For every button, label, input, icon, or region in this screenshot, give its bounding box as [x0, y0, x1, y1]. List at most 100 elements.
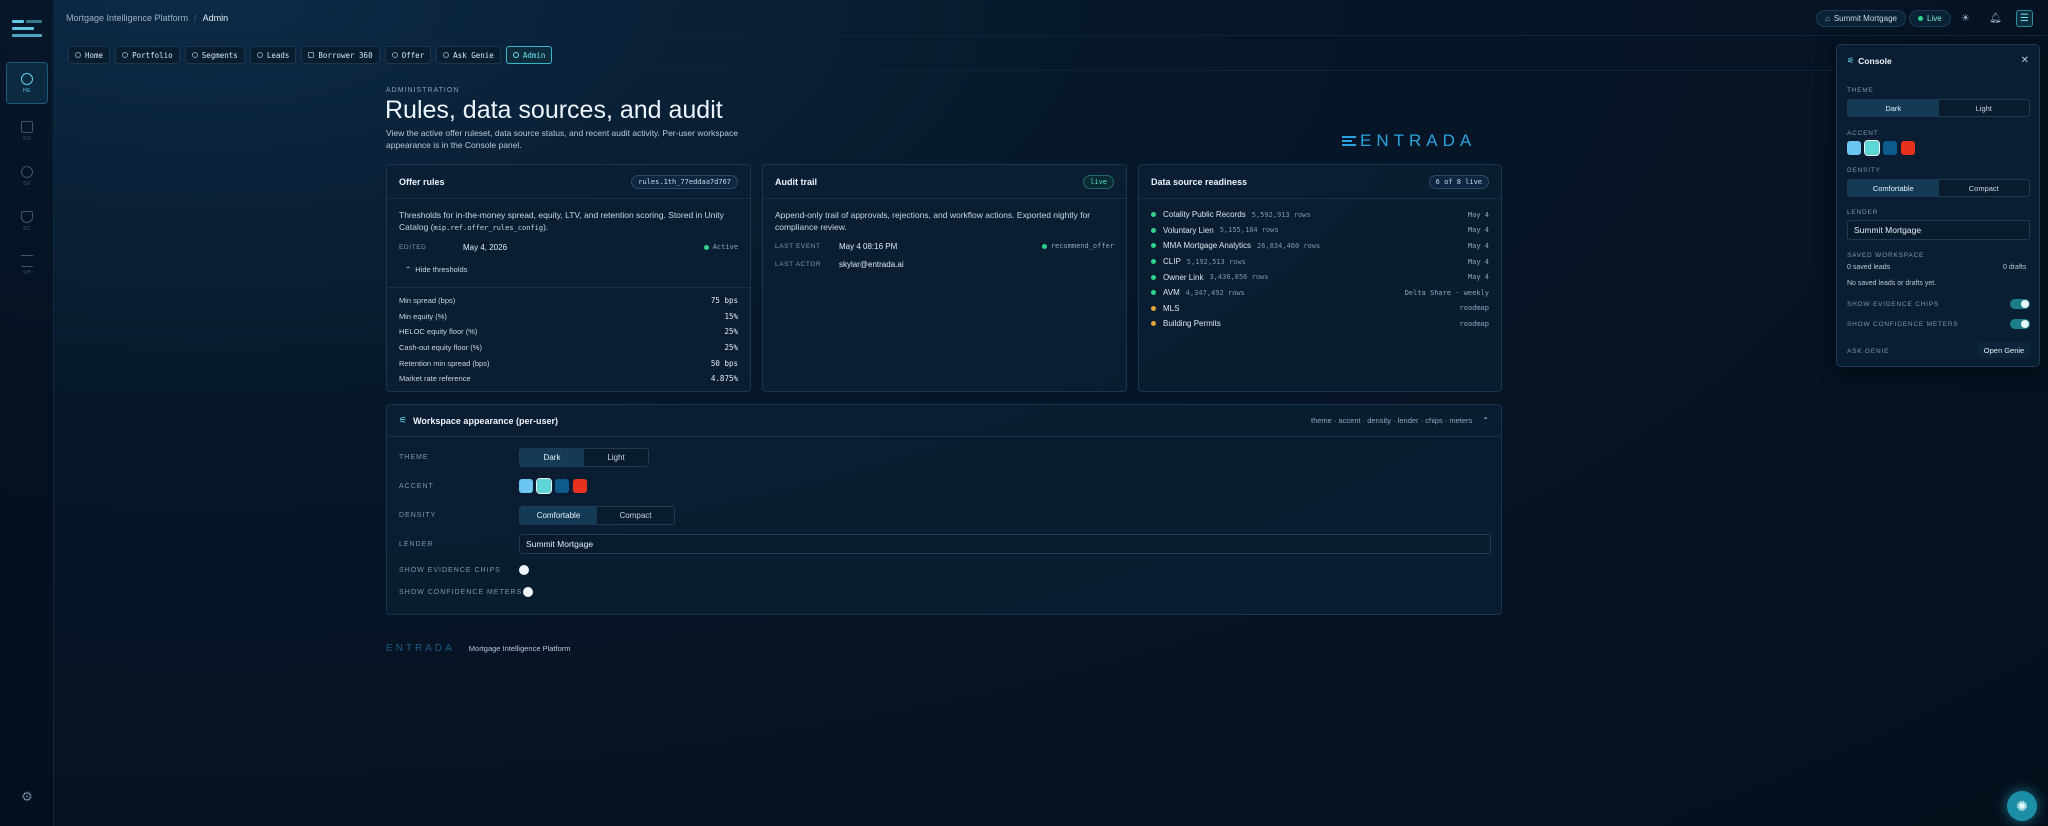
- accent-swatch[interactable]: [519, 479, 533, 493]
- evidence-chips-toggle[interactable]: [519, 565, 529, 575]
- data-source-updated: roadmap: [1459, 319, 1489, 328]
- document-icon: [308, 52, 315, 58]
- open-genie-button[interactable]: Open Genie: [1977, 342, 2031, 358]
- close-icon[interactable]: ✕: [2021, 55, 2029, 66]
- status-dot-icon: [1151, 274, 1156, 280]
- building-icon: ⌂: [1825, 14, 1830, 23]
- lender-input[interactable]: Summit Mortgage: [519, 534, 1491, 554]
- genie-fab-sparkle-icon[interactable]: ✺: [2007, 791, 2037, 821]
- saved-workspace-label: SAVED WORKSPACE: [1847, 252, 1925, 259]
- rail-item-segments[interactable]: SE: [6, 155, 48, 197]
- status-dot-icon: [1151, 243, 1156, 249]
- console-density-compact[interactable]: Compact: [1939, 180, 2030, 196]
- rail-label: SO: [22, 135, 32, 142]
- threshold-name: HELOC equity floor (%): [399, 327, 478, 337]
- tab-borrower-360[interactable]: Borrower 360: [301, 46, 380, 64]
- console-evidence-chips-switch[interactable]: [2010, 299, 2030, 309]
- threshold-row: HELOC equity floor (%) 25%: [399, 324, 738, 340]
- settings-gear-icon[interactable]: ⚙: [20, 790, 34, 804]
- tab-home[interactable]: Home: [68, 46, 111, 64]
- threshold-row: Cash-out equity floor (%) 25%: [399, 340, 738, 356]
- accent-swatch[interactable]: [555, 479, 569, 493]
- console-density-comfortable[interactable]: Comfortable: [1848, 180, 1939, 196]
- footer-wordmark: ENTRADA: [386, 643, 455, 654]
- tab-ask-genie[interactable]: Ask Genie: [436, 46, 501, 64]
- density-comfortable-option[interactable]: Comfortable: [520, 506, 597, 524]
- offer-rules-card: Offer rules rules.1th_77eddaa7d767 Thres…: [386, 164, 751, 392]
- list-icon: [21, 254, 33, 267]
- breadcrumb-app[interactable]: Mortgage Intelligence Platform: [66, 13, 188, 23]
- sparkle-icon: [443, 52, 450, 58]
- status-dot-icon: [703, 244, 709, 250]
- console-lender-input[interactable]: Summit Mortgage: [1847, 220, 2030, 240]
- density-label: DENSITY: [399, 511, 437, 519]
- tab-label: Home: [85, 50, 104, 60]
- live-dot-icon: [1918, 16, 1923, 21]
- accent-swatch[interactable]: [573, 479, 587, 493]
- data-source-name: Cotality Public Records: [1163, 210, 1246, 220]
- live-count-chip: 6 of 8 live: [1428, 174, 1489, 189]
- data-source-name: MMA Mortgage Analytics: [1163, 241, 1252, 251]
- console-confidence-meters-switch[interactable]: [2010, 319, 2030, 329]
- console-theme-light[interactable]: Light: [1939, 100, 2030, 116]
- data-source-rows: 5,592,913 rows: [1251, 210, 1311, 219]
- threshold-row: Retention min spread (bps) 50 bps: [399, 355, 738, 371]
- status-dot-icon: [1151, 259, 1156, 265]
- accent-swatch[interactable]: [1847, 141, 1861, 155]
- accent-swatch[interactable]: [1883, 141, 1897, 155]
- user-icon: [256, 52, 263, 58]
- threshold-name: Retention min spread (bps): [399, 358, 490, 368]
- tab-segments[interactable]: Segments: [184, 46, 245, 64]
- footer-logo: ENTRADA: [386, 643, 455, 654]
- density-toggle: Comfortable Compact: [519, 505, 675, 525]
- tab-label: Borrower 360: [318, 50, 373, 60]
- rail-label: SE: [23, 180, 31, 187]
- notifications-icon[interactable]: 🔔︎: [1987, 10, 2004, 27]
- status-dot-icon: [1151, 305, 1156, 311]
- sliders-icon: ⚟: [399, 415, 408, 425]
- lender-pill[interactable]: ⌂ Summit Mortgage: [1816, 10, 1906, 27]
- threshold-value: 50 bps: [710, 358, 738, 368]
- hide-thresholds-button[interactable]: ⌃ Hide thresholds: [405, 262, 738, 276]
- console-theme-dark[interactable]: Dark: [1848, 100, 1939, 116]
- footer: ENTRADA Mortgage Intelligence Platform: [386, 643, 571, 654]
- tab-admin[interactable]: Admin: [505, 46, 553, 64]
- data-source-row: Cotality Public Records 5,592,913 rows May…: [1151, 207, 1489, 223]
- rail-item-home[interactable]: HE: [6, 62, 48, 104]
- confidence-meters-toggle[interactable]: [523, 587, 533, 597]
- appearance-header[interactable]: ⚟ Workspace appearance (per-user) theme …: [387, 405, 1501, 437]
- data-source-name: CLIP: [1163, 257, 1181, 267]
- theme-dark-option[interactable]: Dark: [520, 448, 584, 466]
- confidence-meters-label: SHOW CONFIDENCE METERS: [399, 588, 523, 596]
- console-toggle-icon[interactable]: ☰: [2016, 10, 2033, 27]
- data-source-name: Building Permits: [1163, 319, 1221, 329]
- theme-sun-icon[interactable]: ☀: [1957, 10, 1974, 27]
- density-compact-option[interactable]: Compact: [597, 507, 674, 524]
- rail-item-shelf[interactable]: SH: [6, 244, 48, 286]
- audit-trail-card: Audit trail live Append-only trail of ap…: [762, 164, 1127, 392]
- chevron-up-icon[interactable]: ⌃: [1482, 416, 1489, 425]
- accent-swatch[interactable]: [536, 478, 552, 494]
- ask-genie-label: ASK GENIE: [1847, 348, 1890, 355]
- data-source-rows: 3,436,856 rows: [1209, 273, 1269, 282]
- rail-item-security[interactable]: SC: [6, 200, 48, 242]
- grid-icon: [21, 120, 33, 133]
- lender-label: LENDER: [399, 540, 434, 548]
- data-source-updated: May 4: [1467, 226, 1489, 235]
- data-source-updated: Delta Share · weekly: [1404, 288, 1489, 297]
- segments-icon: [191, 52, 198, 58]
- tab-label: Ask Genie: [453, 50, 494, 60]
- data-source-row: MLS roadmap: [1151, 301, 1489, 317]
- breadcrumb: Mortgage Intelligence Platform / Admin: [66, 13, 229, 23]
- last-event-label: LAST EVENT: [775, 242, 821, 250]
- tab-portfolio[interactable]: Portfolio: [115, 46, 180, 64]
- rail-item-portfolio[interactable]: SO: [6, 110, 48, 152]
- status-dot-icon: [1151, 212, 1156, 218]
- saved-empty-text: No saved leads or drafts yet.: [1847, 280, 1937, 287]
- theme-light-option[interactable]: Light: [584, 449, 648, 466]
- accent-swatch[interactable]: [1864, 140, 1880, 156]
- data-source-row: Building Permits roadmap: [1151, 316, 1489, 332]
- tab-leads[interactable]: Leads: [249, 46, 297, 64]
- tab-offer[interactable]: Offer: [384, 46, 432, 64]
- accent-swatch[interactable]: [1901, 141, 1915, 155]
